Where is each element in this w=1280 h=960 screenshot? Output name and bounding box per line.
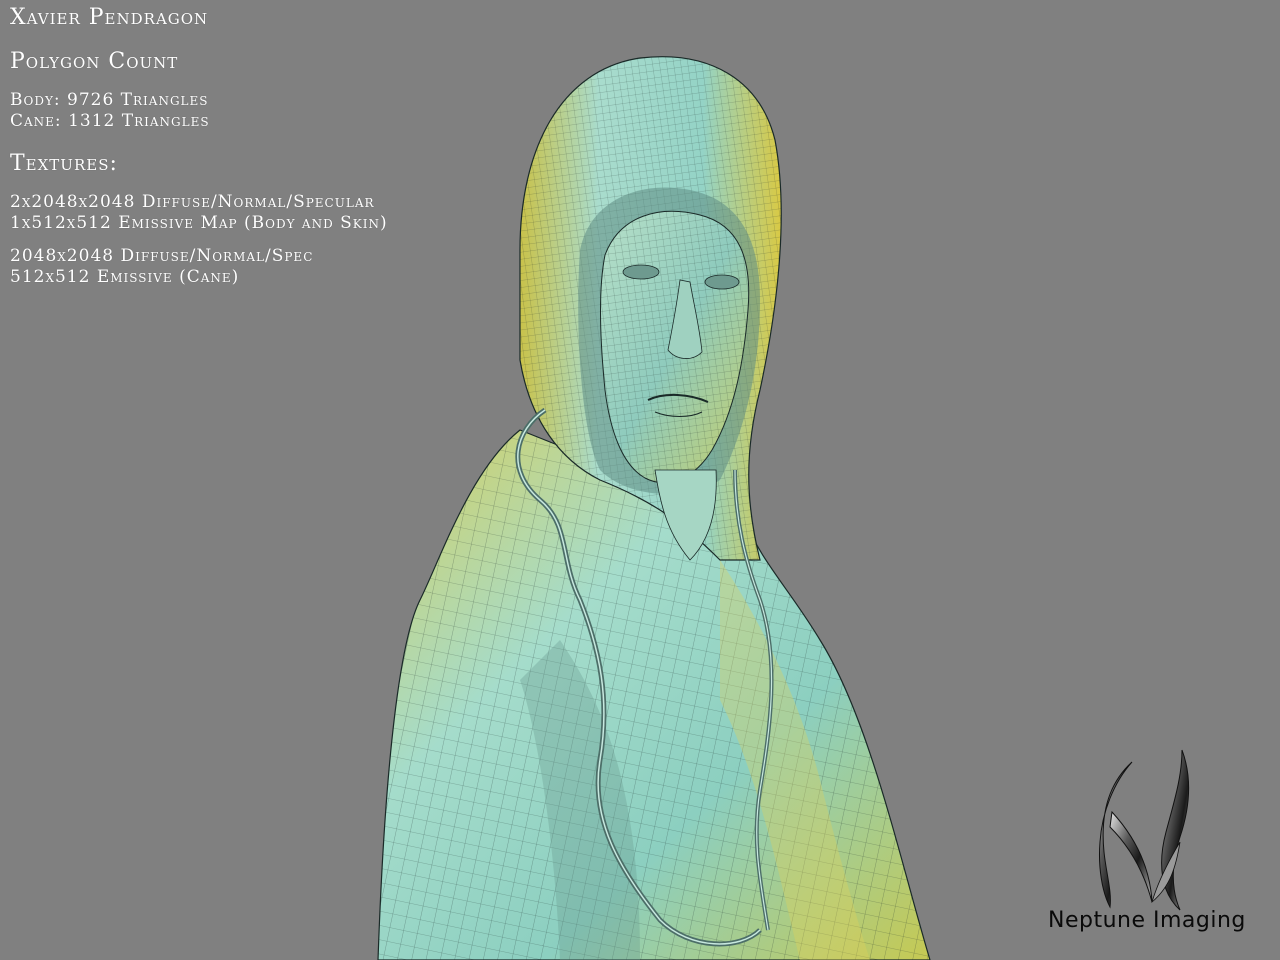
body-triangle-count: Body: 9726 Triangles — [10, 90, 209, 110]
texture-cane-line2: 512x512 Emissive (Cane) — [10, 267, 240, 287]
texture-body-line2: 1x512x512 Emissive Map (Body and Skin) — [10, 213, 388, 233]
brand-name: Neptune Imaging — [1048, 908, 1246, 933]
cane-triangle-count: Cane: 1312 Triangles — [10, 111, 210, 131]
model-title: Xavier Pendragon — [10, 5, 209, 30]
polygon-count-heading: Polygon Count — [10, 49, 179, 74]
textures-heading: Textures: — [10, 151, 118, 176]
texture-cane-line1: 2048x2048 Diffuse/Normal/Spec — [10, 246, 314, 266]
texture-body-line1: 2x2048x2048 Diffuse/Normal/Specular — [10, 192, 375, 212]
model-info-panel: Xavier Pendragon Polygon Count Body: 972… — [10, 4, 388, 288]
